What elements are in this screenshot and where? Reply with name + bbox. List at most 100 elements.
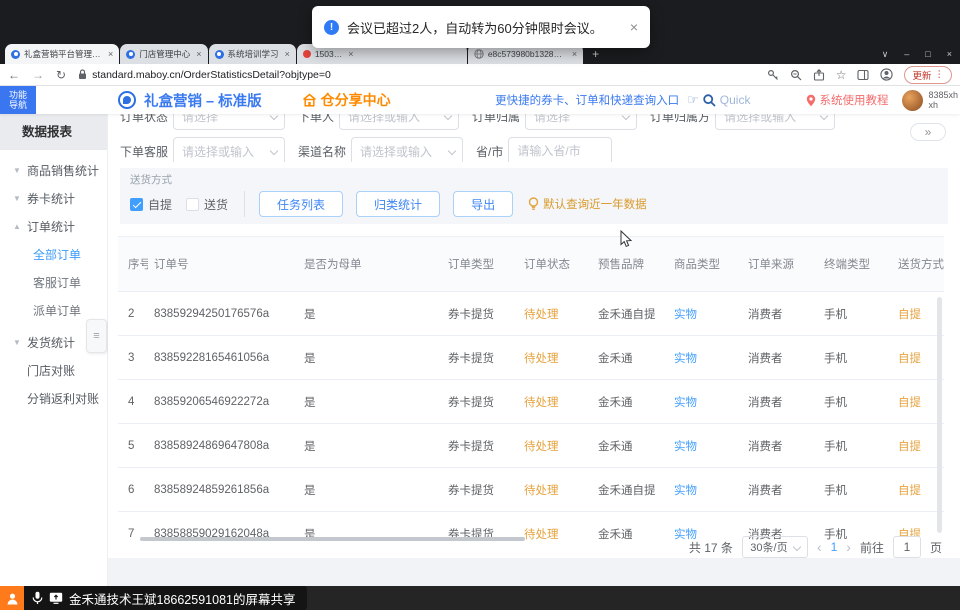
vertical-scrollbar[interactable] <box>937 297 942 533</box>
order-belonging-select[interactable]: 请选择 <box>525 114 637 130</box>
profile-icon[interactable] <box>880 68 893 81</box>
sidebar-item-label: 商品销售统计 <box>27 162 99 179</box>
app-header: 功能 导航 礼盒营销 – 标准版 仓分享中心 更快捷的券卡、订单和快递查询入口 … <box>0 86 960 114</box>
url-field[interactable]: standard.maboy.cn/OrderStatisticsDetail?… <box>78 69 767 81</box>
bookmark-star-icon[interactable]: ☆ <box>836 68 847 82</box>
nav-label-line1: 功能 <box>9 90 27 100</box>
filter-province-city: 省/市 <box>476 137 612 162</box>
expand-filters-button[interactable]: » <box>910 123 946 141</box>
filter-order-creator: 下单人 请选择或输入 <box>298 114 459 130</box>
browser-tab-2[interactable]: 门店管理中心 × <box>120 44 207 64</box>
tab-search-chevron-icon[interactable]: ∨ <box>882 49 889 60</box>
browser-tab-3[interactable]: 系统培训学习 × <box>209 44 296 64</box>
horizontal-scrollbar[interactable] <box>140 537 525 541</box>
forward-icon[interactable]: → <box>32 68 44 82</box>
pickup-label: 自提 <box>148 196 172 213</box>
location-pin-icon <box>806 94 816 107</box>
table-row[interactable]: 383859228165461056a是券卡提货待处理金禾通实物消费者手机自提 <box>118 335 944 379</box>
pagination: 共 17 条 30条/页 ‹ 1 › 前往 页 <box>689 536 942 558</box>
new-tab-button[interactable]: + <box>592 47 599 61</box>
sidebar-collapse-handle[interactable]: ≡ <box>86 319 107 353</box>
toast-close-icon[interactable]: × <box>630 19 638 35</box>
tab-close-icon[interactable]: × <box>196 49 201 59</box>
browser-tab-1[interactable]: 礼盒营销平台管理中心 × <box>5 44 119 64</box>
checkbox-checked-icon[interactable] <box>130 198 143 211</box>
channel-name-select[interactable]: 请选择或输入 <box>351 137 463 162</box>
pickup-checkbox[interactable]: 自提 <box>130 196 172 213</box>
col-header-order-status: 订单状态 <box>518 256 592 272</box>
table-row[interactable]: 683858924859261856a是券卡提货待处理金禾通自提实物消费者手机自… <box>118 467 944 511</box>
col-header-order-source: 订单来源 <box>742 256 818 272</box>
table-row[interactable]: 483859206546922272a是券卡提货待处理金禾通实物消费者手机自提 <box>118 379 944 423</box>
delivery-label: 送货 <box>204 196 228 213</box>
tab-close-icon[interactable]: × <box>572 49 577 59</box>
back-icon[interactable]: ← <box>8 68 20 82</box>
function-nav-button[interactable]: 功能 导航 <box>0 86 36 114</box>
sidebar-item-label: 门店对账 <box>27 362 75 379</box>
window-maximize-button[interactable]: □ <box>925 49 930 59</box>
goto-suffix: 页 <box>930 539 942 556</box>
sidebar-item-order-stats[interactable]: ▲ 订单统计 <box>0 212 107 240</box>
page-size-select[interactable]: 30条/页 <box>742 536 808 558</box>
quick-search-icon[interactable] <box>703 94 716 107</box>
checkbox-unchecked-icon[interactable] <box>186 198 199 211</box>
quick-label[interactable]: Quick <box>720 93 751 107</box>
order-status-select[interactable]: 请选择 <box>173 114 285 130</box>
order-creator-select[interactable]: 请选择或输入 <box>339 114 459 130</box>
header-right: 更快捷的券卡、订单和快递查询入口 ☞ Quick 系统使用教程 8385xh x… <box>495 90 960 111</box>
sidebar-item-label: 发货统计 <box>27 334 75 351</box>
chevron-down-icon <box>270 147 278 155</box>
goto-page-input[interactable] <box>893 536 921 558</box>
goto-label: 前往 <box>860 539 884 556</box>
sidebar-item-label: 券卡统计 <box>27 190 75 207</box>
share-center-link[interactable]: 仓分享中心 <box>302 90 391 110</box>
col-header-product-type: 商品类型 <box>668 256 742 272</box>
current-page[interactable]: 1 <box>831 540 838 554</box>
order-belonging-party-select[interactable]: 请选择或输入 <box>715 114 835 130</box>
address-bar: ← → ↻ standard.maboy.cn/OrderStatisticsD… <box>0 64 960 86</box>
filter-label: 省/市 <box>476 143 503 160</box>
next-page-button[interactable]: › <box>846 539 851 555</box>
tab-title: e8c573980b1328a2584d2e6f8 <box>488 49 566 59</box>
key-icon[interactable] <box>767 69 779 81</box>
filter-label: 订单归属方 <box>650 114 710 125</box>
divider <box>244 191 245 217</box>
zoom-icon[interactable] <box>790 69 802 81</box>
export-button[interactable]: 导出 <box>453 191 513 217</box>
delivery-checkbox[interactable]: 送货 <box>186 196 228 213</box>
microphone-icon[interactable] <box>32 591 43 605</box>
window-close-button[interactable]: × <box>947 49 952 59</box>
filter-row-1: 订单状态 请选择 下单人 请选择或输入 订单归属 请选择 订单归属方 请选择或输… <box>120 114 948 130</box>
tab-close-icon[interactable]: × <box>348 49 353 59</box>
share-icon[interactable] <box>813 69 825 81</box>
table-row[interactable]: 283859294250176576a是券卡提货待处理金禾通自提实物消费者手机自… <box>118 291 944 335</box>
sidebar-item-product-sales[interactable]: ▼ 商品销售统计 <box>0 156 107 184</box>
sidebar-item-rebate-reconciliation[interactable]: 分销返利对账 <box>0 384 107 412</box>
sidebar-item-coupon-stats[interactable]: ▼ 券卡统计 <box>0 184 107 212</box>
side-panel-icon[interactable] <box>857 69 869 81</box>
reload-icon[interactable]: ↻ <box>56 68 66 82</box>
tab-close-icon[interactable]: × <box>108 49 113 59</box>
sidebar-item-all-orders[interactable]: 全部订单 <box>0 240 107 268</box>
window-minimize-button[interactable]: – <box>904 49 909 59</box>
filter-label: 渠道名称 <box>298 143 346 160</box>
sidebar-section-title: 数据报表 <box>0 114 107 150</box>
sidebar: 数据报表 ▼ 商品销售统计 ▼ 券卡统计 ▲ 订单统计 全部订单 客服订单 派单… <box>0 114 108 586</box>
tutorial-link[interactable]: 系统使用教程 <box>806 92 888 108</box>
user-avatar[interactable] <box>902 90 923 111</box>
task-list-button[interactable]: 任务列表 <box>259 191 343 217</box>
service-agent-select[interactable]: 请选择或输入 <box>173 137 285 162</box>
table-row[interactable]: 583858924869647808a是券卡提货待处理金禾通实物消费者手机自提 <box>118 423 944 467</box>
sidebar-item-store-reconciliation[interactable]: 门店对账 <box>0 356 107 384</box>
category-stats-button[interactable]: 归类统计 <box>356 191 440 217</box>
chrome-update-button[interactable]: 更新 ⋮ <box>904 66 952 84</box>
total-count: 共 17 条 <box>689 539 733 556</box>
filter-service-agent: 下单客服 请选择或输入 <box>120 137 285 162</box>
prev-page-button[interactable]: ‹ <box>817 539 822 555</box>
update-label: 更新 <box>912 68 931 82</box>
sidebar-item-service-orders[interactable]: 客服订单 <box>0 268 107 296</box>
tab-close-icon[interactable]: × <box>285 49 290 59</box>
province-city-input[interactable] <box>508 137 612 162</box>
caret-down-icon: ▼ <box>13 166 22 175</box>
filter-label: 下单客服 <box>120 143 168 160</box>
